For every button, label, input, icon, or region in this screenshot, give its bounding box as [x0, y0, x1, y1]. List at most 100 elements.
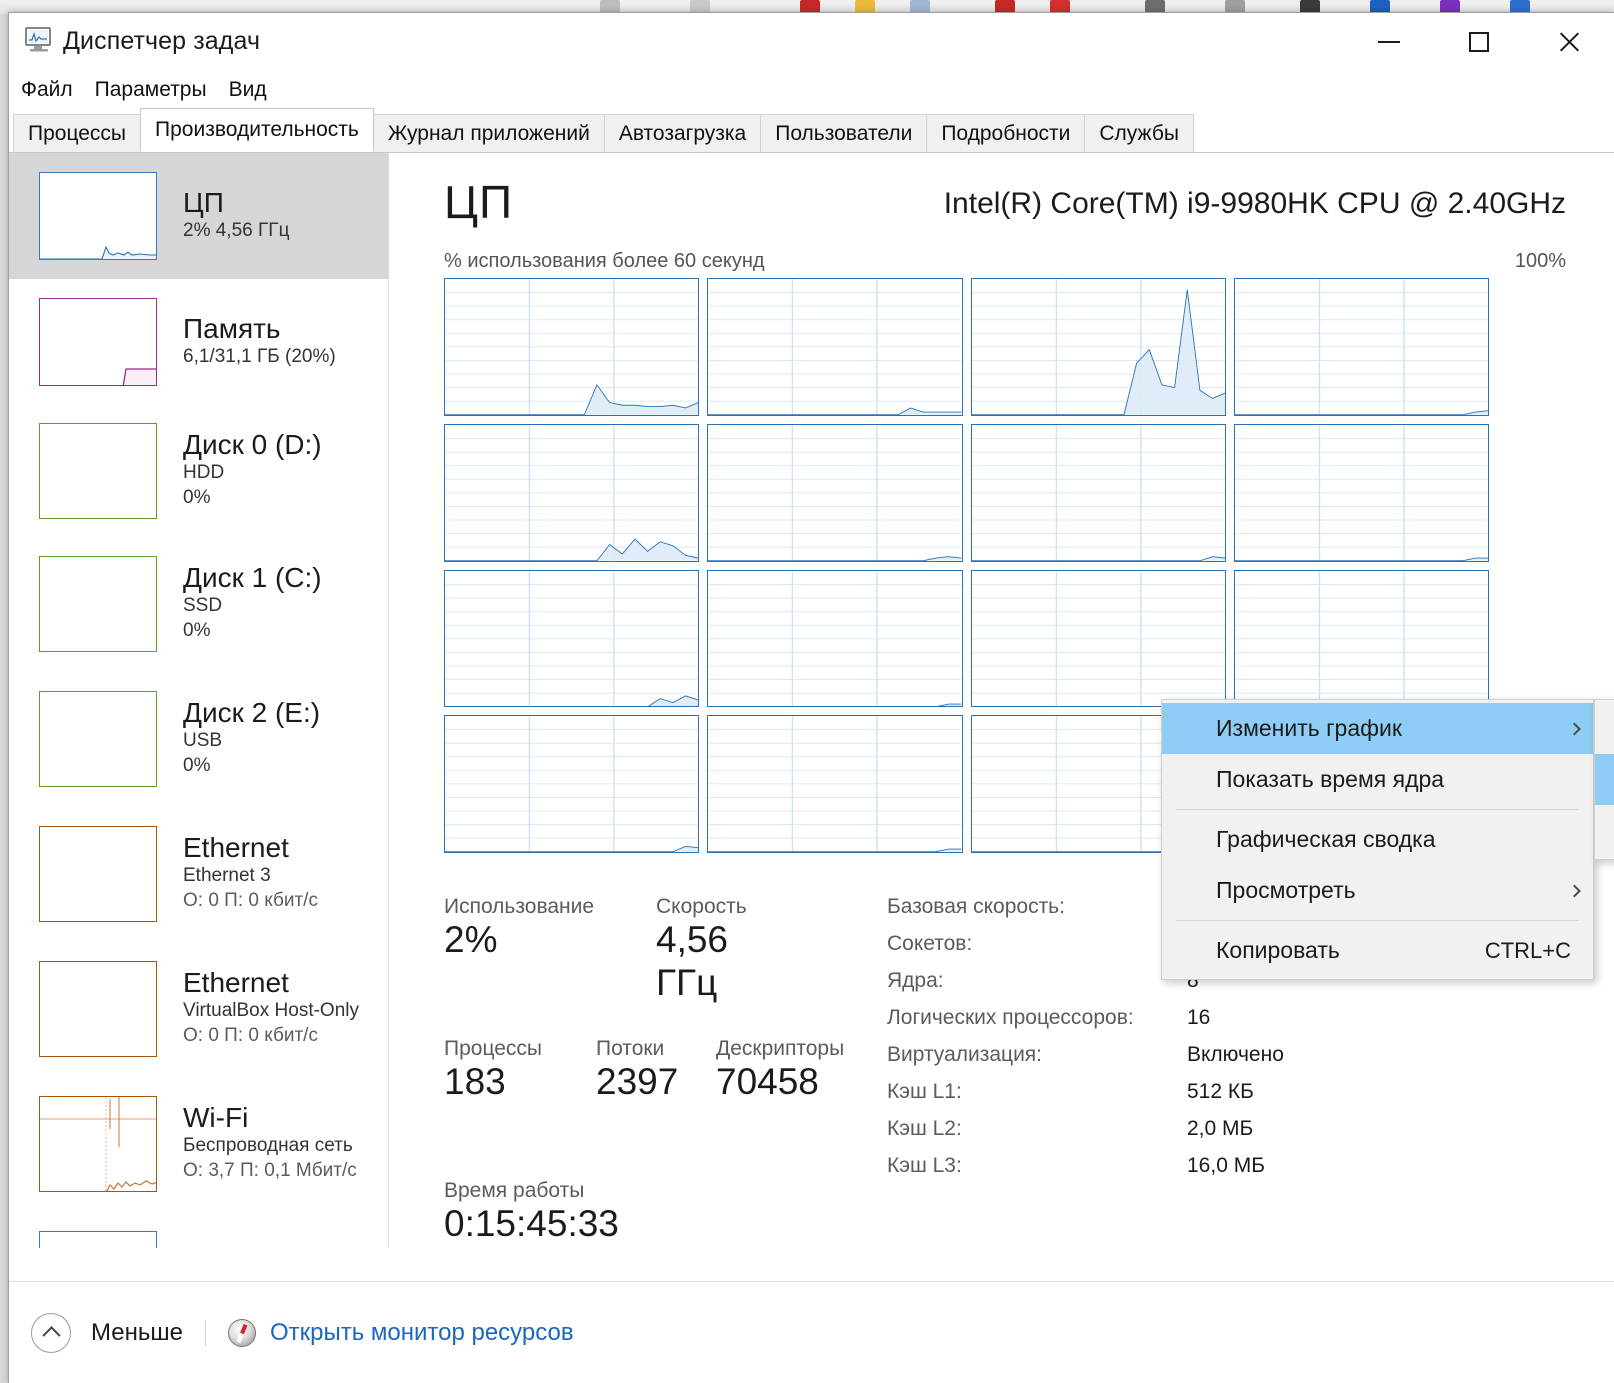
ctx-separator	[1176, 809, 1579, 810]
performance-main-pane: ЦП Intel(R) Core(TM) i9-9980HK CPU @ 2.4…	[389, 153, 1614, 1278]
graph-max-label: 100%	[1514, 250, 1566, 272]
cpu-core-graph[interactable]	[707, 715, 963, 853]
open-resource-monitor-link[interactable]: Открыть монитор ресурсов	[270, 1319, 574, 1347]
ctx-separator	[1176, 920, 1579, 921]
sidebar-item-gpu[interactable]: Графический п	[9, 1211, 388, 1248]
sidebar-item-sub1: 2% 4,56 ГГц	[183, 219, 290, 241]
sidebar-item-sub2: 0%	[183, 620, 211, 642]
ctx-show-kernel-times[interactable]: Показать время ядра	[1162, 754, 1593, 805]
cpu-spec-key: Сокетов:	[887, 932, 973, 955]
ctx-graph-summary-view[interactable]: Графическая сводка	[1162, 814, 1593, 865]
maximize-icon	[1469, 32, 1489, 52]
graph-caption: % использования более 60 секунд	[444, 250, 765, 272]
close-button[interactable]	[1524, 13, 1614, 71]
sidebar-item-sub1: HDD	[183, 461, 225, 483]
sidebar-item-title: Wi-Fi	[183, 1102, 249, 1134]
cpu-core-graph[interactable]	[444, 423, 700, 562]
cpu-core-graph[interactable]	[444, 278, 700, 416]
fewer-details-button[interactable]	[31, 1312, 71, 1353]
cpu-core-graph[interactable]	[1233, 278, 1489, 416]
menu-view[interactable]: Вид	[229, 78, 267, 102]
sidebar-item-title: Диск 1 (C:)	[183, 562, 322, 594]
ctx-copy-shortcut: CTRL+C	[1484, 937, 1571, 963]
cpu-core-graph[interactable]	[707, 423, 963, 562]
tab-app-history[interactable]: Журнал приложений	[372, 114, 605, 152]
cpu-spec-value: 2,0 МБ	[1187, 1117, 1254, 1140]
cpu-spec-row: Логических процессоров: 16	[887, 1006, 1527, 1043]
handles-label: Дескрипторы	[716, 1037, 845, 1060]
sidebar-item-ethernet-virtualbox[interactable]: Ethernet VirtualBox Host-Only О: 0 П: 0 …	[9, 941, 388, 1076]
uptime-label: Время работы	[444, 1179, 585, 1202]
usage-stat: Использование 2%	[444, 895, 594, 962]
speed-value: 4,56 ГГц	[656, 919, 729, 1003]
cpu-core-graph[interactable]	[707, 569, 963, 708]
sidebar-item-text: Диск 2 (E:) USB 0%	[183, 698, 320, 779]
cpu-core-graph[interactable]	[1233, 569, 1489, 708]
tab-processes[interactable]: Процессы	[13, 114, 142, 152]
threads-value: 2397	[596, 1061, 679, 1102]
threads-stat: Потоки 2397	[596, 1037, 678, 1104]
fewer-details-label[interactable]: Меньше	[91, 1319, 183, 1347]
chevron-right-icon	[1568, 884, 1581, 897]
tab-performance[interactable]: Производительность	[140, 108, 374, 152]
sidebar-item-sub1: USB	[183, 729, 223, 751]
handles-stat: Дескрипторы 70458	[716, 1037, 844, 1104]
sidebar-item-text: Память 6,1/31,1 ГБ (20%)	[183, 314, 336, 369]
tab-services[interactable]: Службы	[1084, 114, 1194, 152]
close-icon	[1557, 30, 1581, 54]
tab-startup[interactable]: Автозагрузка	[603, 114, 762, 152]
footer-separator	[204, 1319, 206, 1346]
cpu-core-graph[interactable]	[970, 569, 1226, 708]
tab-details[interactable]: Подробности	[926, 114, 1086, 152]
cpu-core-graph[interactable]	[1233, 423, 1489, 562]
graph-context-menu[interactable]: Изменить график Показать время ядра Граф…	[1161, 699, 1594, 980]
sidebar-item-sub2: О: 3,7 П: 0,1 Мбит/с	[183, 1160, 357, 1182]
cpu-spec-key: Логических процессоров:	[887, 1006, 1134, 1029]
cpu-core-graph[interactable]	[444, 715, 700, 853]
sidebar-item-wifi[interactable]: Wi-Fi Беспроводная сеть О: 3,7 П: 0,1 Мб…	[9, 1076, 388, 1211]
tab-strip: Процессы Производительность Журнал прило…	[9, 108, 1614, 153]
menu-bar: Файл Параметры Вид	[9, 71, 1614, 109]
ctx-change-graph-to[interactable]: Изменить график	[1162, 703, 1593, 754]
ctx-overall-utilization[interactable]: Общая загрузка	[1595, 703, 1614, 754]
tab-users[interactable]: Пользователи	[760, 114, 928, 152]
threads-label: Потоки	[596, 1037, 665, 1060]
sidebar-item-disk2[interactable]: Диск 2 (E:) USB 0%	[9, 671, 388, 806]
sidebar-item-title: Ethernet	[183, 967, 289, 999]
cpu-spec-row: Кэш L2: 2,0 МБ	[887, 1117, 1527, 1154]
processes-label: Процессы	[444, 1037, 543, 1060]
sidebar-item-sub1: Ethernet 3	[183, 864, 271, 886]
minimize-icon	[1378, 41, 1400, 43]
cpu-spec-key: Кэш L3:	[887, 1154, 962, 1177]
sidebar-item-sub1: VirtualBox Host-Only	[183, 999, 359, 1021]
sidebar-mini-graph	[39, 1095, 157, 1192]
content-body: ЦП 2% 4,56 ГГц Память 6,1/31,1 ГБ (20%)	[9, 153, 1614, 1278]
cpu-core-graph[interactable]	[444, 569, 700, 708]
sidebar-item-text: Диск 1 (C:) SSD 0%	[183, 563, 322, 644]
minimize-button[interactable]	[1344, 13, 1434, 71]
ctx-view[interactable]: Просмотреть	[1162, 865, 1593, 916]
sidebar-mini-graph	[39, 690, 157, 787]
cpu-core-graph[interactable]	[970, 278, 1226, 416]
menu-file[interactable]: Файл	[21, 78, 73, 102]
sidebar-mini-graph	[39, 422, 157, 519]
ctx-logical-processors[interactable]: Логические процессоры	[1595, 754, 1614, 805]
cpu-core-graph[interactable]	[707, 278, 963, 416]
ctx-item-label: Просмотреть	[1216, 877, 1356, 903]
cpu-core-graph[interactable]	[970, 423, 1226, 562]
sidebar-item-cpu[interactable]: ЦП 2% 4,56 ГГц	[9, 153, 388, 279]
ctx-item-label: Изменить график	[1216, 715, 1402, 741]
cpu-spec-row: Кэш L3: 16,0 МБ	[887, 1154, 1527, 1191]
sidebar-item-sub2: 0%	[183, 487, 211, 509]
cpu-spec-key: Ядра:	[887, 969, 944, 992]
sidebar-item-disk0[interactable]: Диск 0 (D:) HDD 0%	[9, 405, 388, 536]
maximize-button[interactable]	[1434, 13, 1524, 71]
uptime-value: 0:15:45:33	[444, 1203, 619, 1244]
cpu-spec-key: Кэш L2:	[887, 1117, 962, 1140]
sidebar-item-ethernet-3[interactable]: Ethernet Ethernet 3 О: 0 П: 0 кбит/с	[9, 806, 388, 941]
sidebar-item-memory[interactable]: Память 6,1/31,1 ГБ (20%)	[9, 279, 388, 405]
graph-type-submenu[interactable]: Общая загрузка Логические процессоры Узл…	[1594, 699, 1614, 860]
sidebar-item-disk1[interactable]: Диск 1 (C:) SSD 0%	[9, 536, 388, 671]
ctx-copy[interactable]: Копировать CTRL+C	[1162, 925, 1593, 976]
menu-options[interactable]: Параметры	[95, 78, 207, 102]
